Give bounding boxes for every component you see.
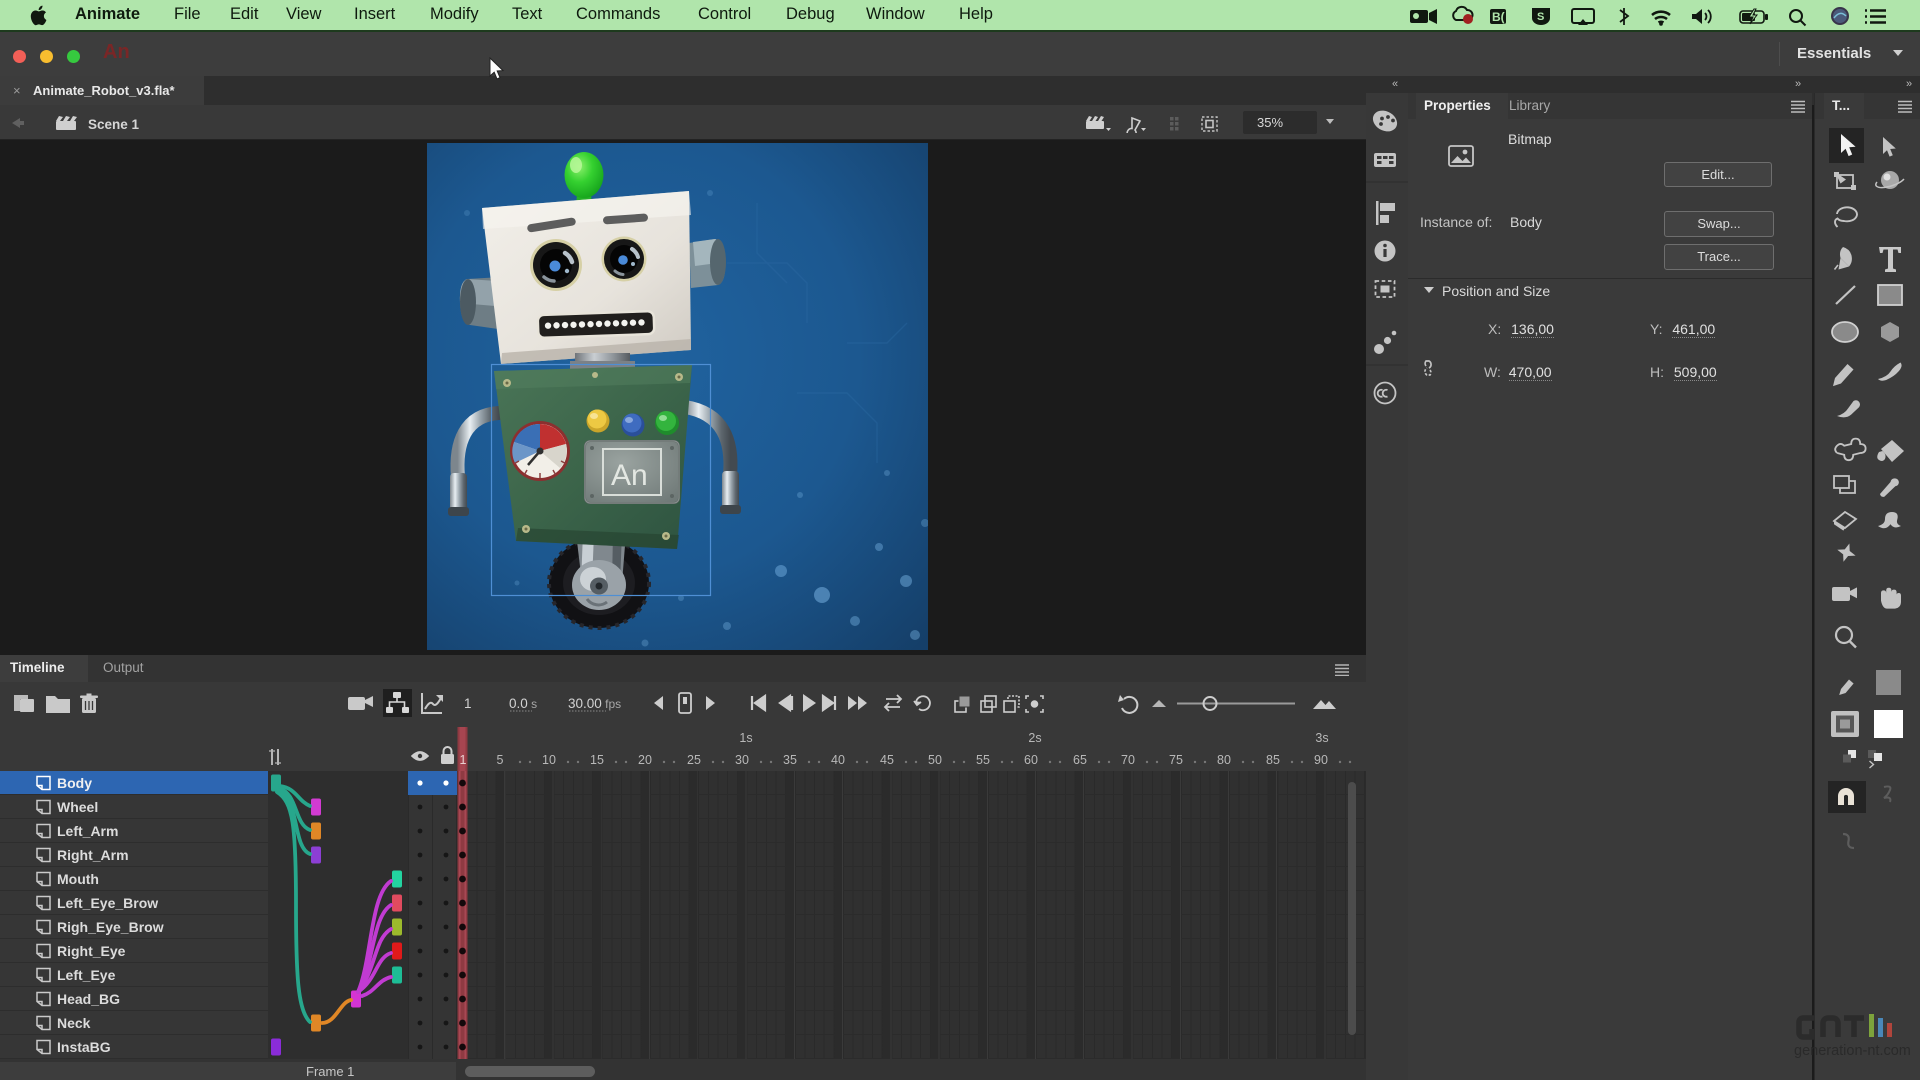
svg-text:25: 25 [687,753,701,767]
svg-text:35: 35 [783,753,797,767]
svg-text:2s: 2s [1028,731,1041,745]
svg-text:45: 45 [880,753,894,767]
svg-text:85: 85 [1266,753,1280,767]
svg-text:1s: 1s [739,731,752,745]
svg-text:30: 30 [735,753,749,767]
svg-text:1: 1 [464,696,472,711]
svg-text:Scene 1: Scene 1 [88,117,140,132]
svg-text:1: 1 [460,753,467,767]
svg-text:60: 60 [1024,753,1038,767]
svg-text:3s: 3s [1315,731,1328,745]
svg-text:30.00 fps: 30.00 fps [568,696,621,711]
svg-text:40: 40 [831,753,845,767]
svg-text:15: 15 [590,753,604,767]
svg-text:80: 80 [1217,753,1231,767]
svg-text:75: 75 [1169,753,1183,767]
svg-text:50: 50 [928,753,942,767]
svg-text:0.0 s: 0.0 s [509,696,537,711]
svg-text:65: 65 [1073,753,1087,767]
svg-text:B(: B( [1492,10,1505,24]
svg-text:20: 20 [638,753,652,767]
svg-text:55: 55 [976,753,990,767]
svg-text:generation-nt.com: generation-nt.com [1794,1043,1911,1059]
svg-text:5: 5 [497,753,504,767]
svg-text:70: 70 [1121,753,1135,767]
svg-text:90: 90 [1314,753,1328,767]
svg-text:An: An [611,459,648,492]
svg-text:10: 10 [542,753,556,767]
svg-text:S: S [1537,11,1544,23]
